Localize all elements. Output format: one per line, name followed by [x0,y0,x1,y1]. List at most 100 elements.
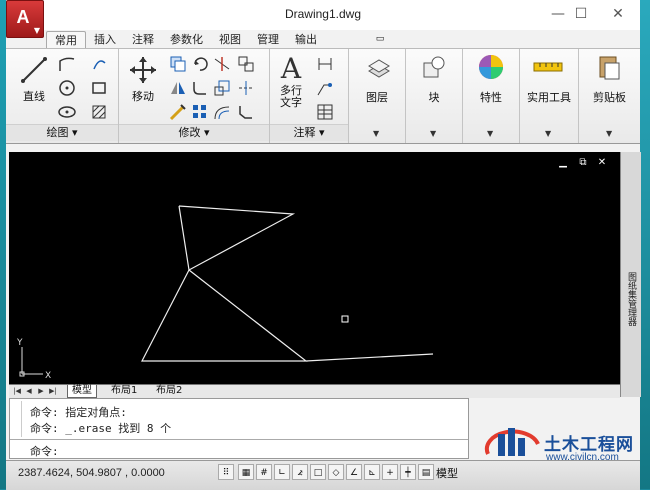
text-icon: A [280,52,302,85]
panel-annotation: A 多行 文字 注释 ▾ [270,49,349,143]
offset-icon[interactable] [213,103,231,121]
tab-output[interactable]: 输出 [287,31,325,48]
line-label: 直线 [23,90,45,103]
tab-manage[interactable]: 管理 [249,31,287,48]
panel-clipboard[interactable]: 剪贴板 ▼ [579,49,640,143]
panel-draw-label[interactable]: 绘图 ▾ [6,124,118,141]
ellipse-icon[interactable] [58,103,76,121]
command-history-line: 命令: 指定对角点: [30,406,127,419]
chevron-down-icon: ▼ [430,129,437,138]
dimension-icon[interactable] [316,55,334,73]
last-tab-icon[interactable]: ▶| [48,386,58,396]
command-window-handle[interactable] [11,401,22,437]
table-icon[interactable] [316,103,334,121]
chevron-down-icon: ▼ [373,129,380,138]
array-icon[interactable] [191,103,209,121]
quick-properties-icon[interactable]: ▤ [418,464,434,480]
pickbox-cursor [341,315,349,323]
panel-modify-label[interactable]: 修改 ▾ [119,124,269,141]
viewport-minimize-icon[interactable]: ▁ [557,157,569,168]
prev-tab-icon[interactable]: ◀ [24,386,34,396]
close-button[interactable]: ✕ [607,4,629,24]
infer-constraints-icon[interactable]: ⠿ [218,464,234,480]
tab-layout2[interactable]: 布局2 [152,385,186,397]
chevron-down-icon: ▼ [545,129,552,138]
tab-parametric[interactable]: 参数化 [162,31,211,48]
dynamic-input-icon[interactable]: + [382,464,398,480]
move-icon [130,57,156,83]
command-prompt[interactable]: 命令: [30,443,59,459]
panel-properties[interactable]: 特性 ▼ [463,49,520,143]
drawing-geometry: Y X [16,205,434,381]
autocad-window: Drawing1.dwg — ☐ ✕ A ▼ 常用 插入 注释 参数化 视图 管… [6,0,641,490]
snap-mode-icon[interactable]: ▦ [238,464,254,480]
polyline-icon[interactable] [58,55,76,73]
block-label: 块 [428,91,440,104]
leader-icon[interactable] [316,79,334,97]
first-tab-icon[interactable]: |◀ [12,386,22,396]
explode-icon[interactable] [237,55,255,73]
tab-annotate[interactable]: 注释 [124,31,162,48]
trim-icon[interactable] [213,55,231,73]
viewport-close-icon[interactable]: ✕ [596,157,608,168]
tab-layout1[interactable]: 布局1 [107,385,141,397]
watermark-url: www.civilcn.com [546,452,619,463]
command-window: 命令: 指定对角点: 命令: _.erase 找到 8 个 命令: [9,398,469,459]
dynamic-ucs-icon[interactable]: ⊾ [364,464,380,480]
scale-icon[interactable] [213,79,231,97]
line-button[interactable]: 直线 [14,55,54,104]
application-menu-button[interactable]: A ▼ [6,0,44,38]
tab-insert[interactable]: 插入 [86,31,124,48]
chamfer-icon[interactable] [237,103,255,121]
break-icon[interactable] [237,79,255,97]
maximize-button[interactable]: ☐ [570,4,592,24]
ucs-x-label: X [45,371,51,381]
viewport-restore-icon[interactable]: ⧉ [577,157,589,168]
move-button[interactable]: 移动 [121,55,165,104]
status-bar: 2387.4624, 504.9807 , 0.0000 ⠿ ▦ # ∟ ⦨ □… [6,460,640,490]
drawing-canvas[interactable]: Y X [9,152,620,384]
command-separator [10,439,468,440]
drawn-triangle[interactable] [178,205,296,271]
panel-layers[interactable]: 图层 ▼ [349,49,406,143]
autocad-logo-icon: A [16,7,30,27]
tab-home[interactable]: 常用 [46,31,86,49]
fillet-icon[interactable] [191,79,209,97]
tab-view[interactable]: 视图 [211,31,249,48]
rectangle-icon[interactable] [90,79,108,97]
mirror-icon[interactable] [169,79,187,97]
drawn-lower-triangle[interactable] [141,269,308,362]
ribbon-minimize-icon[interactable]: ▭ [373,34,387,44]
3d-object-snap-icon[interactable]: ◇ [328,464,344,480]
utilities-label: 实用工具 [527,91,571,104]
copy-icon[interactable] [169,55,187,73]
lineweight-icon[interactable]: ┿ [400,464,416,480]
stretch-icon[interactable] [169,103,187,121]
next-tab-icon[interactable]: ▶ [36,386,46,396]
ribbon: 直线 绘图 ▾ 移动 修改 ▾ A 多行 文字 注释 ▾ 图层 ▼ 块 ▼ 特性… [6,48,640,144]
model-space-button[interactable]: 模型 [436,465,458,481]
ucs-y-label: Y [16,338,23,348]
polar-tracking-icon[interactable]: ⦨ [292,464,308,480]
panel-block[interactable]: 块 ▼ [406,49,463,143]
window-title: Drawing1.dwg [284,7,362,21]
drawn-line[interactable] [305,353,434,362]
block-icon [423,56,445,78]
arc-icon[interactable] [90,55,108,73]
panel-annotation-label[interactable]: 注释 ▾ [270,124,348,141]
object-snap-tracking-icon[interactable]: ∠ [346,464,362,480]
tab-model[interactable]: 模型 [67,385,97,398]
object-snap-icon[interactable]: □ [310,464,326,480]
desktop-background-right [640,0,650,489]
rotate-icon[interactable] [191,55,209,73]
ortho-mode-icon[interactable]: ∟ [274,464,290,480]
grid-display-icon[interactable]: # [256,464,272,480]
minimize-button[interactable]: — [547,4,569,24]
sheet-set-manager-palette[interactable]: 图纸集管理器 [620,152,641,397]
paste-icon [599,56,620,80]
layers-icon [368,59,390,78]
circle-icon[interactable] [58,79,76,97]
panel-utilities[interactable]: 实用工具 ▼ [520,49,579,143]
multiline-text-button[interactable]: A 多行 文字 [272,53,310,109]
hatch-icon[interactable] [90,103,108,121]
